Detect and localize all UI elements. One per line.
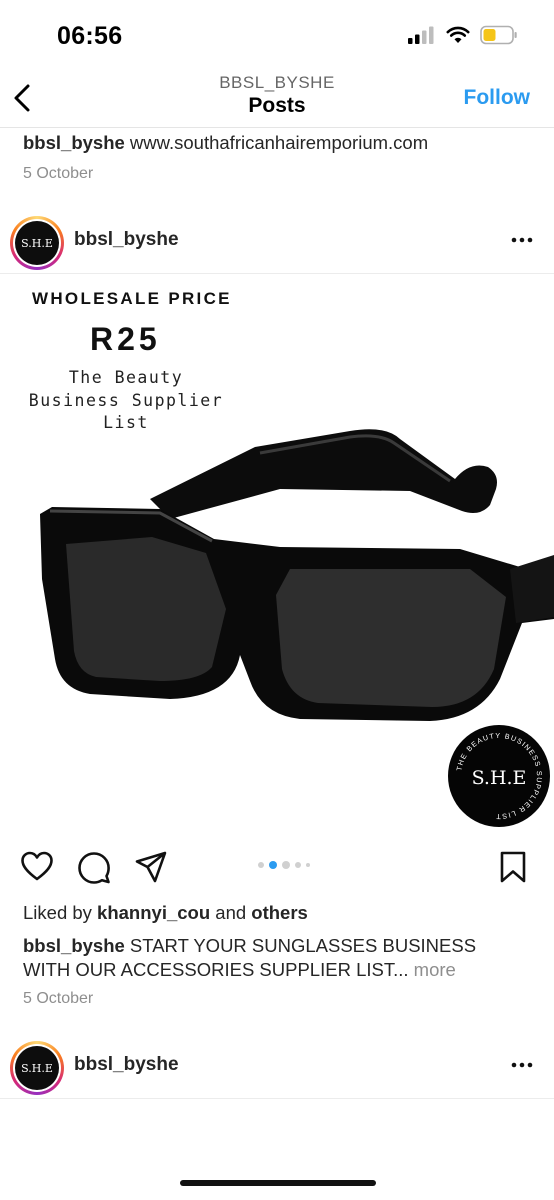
follow-button[interactable]: Follow xyxy=(464,86,531,110)
avatar[interactable]: S.H.E xyxy=(10,216,64,270)
previous-post-caption: bbsl_byshe www.southafricanhairemporium.… xyxy=(23,132,428,154)
status-bar: 06:56 xyxy=(0,0,554,70)
nav-header: BBSL_BYSHE Posts Follow xyxy=(0,70,554,128)
tagline-line: The Beauty xyxy=(68,368,184,387)
post-image[interactable]: WHOLESALE PRICE R25 The Beauty Business … xyxy=(0,279,554,833)
caption-username[interactable]: bbsl_byshe xyxy=(23,132,125,153)
likes-summary[interactable]: Liked by khannyi_cou and others xyxy=(23,902,308,924)
battery-icon xyxy=(480,25,517,45)
likes-middle: and xyxy=(210,902,252,923)
bookmark-icon[interactable] xyxy=(498,850,532,884)
more-horizontal-icon[interactable] xyxy=(510,1055,534,1075)
carousel-dot xyxy=(258,862,264,868)
previous-post-date: 5 October xyxy=(23,165,94,182)
image-price: R25 xyxy=(90,321,161,357)
likes-others[interactable]: others xyxy=(251,902,308,923)
post-date: 5 October xyxy=(23,990,94,1007)
more-horizontal-icon[interactable] xyxy=(510,230,534,250)
caption-more-link[interactable]: more xyxy=(409,959,456,980)
carousel-indicator xyxy=(258,861,310,869)
post-caption: bbsl_byshe START YOUR SUNGLASSES BUSINES… xyxy=(23,934,523,982)
paper-plane-icon[interactable] xyxy=(134,850,168,884)
image-heading: WHOLESALE PRICE xyxy=(32,289,232,308)
comment-icon[interactable] xyxy=(77,850,111,884)
wifi-icon xyxy=(446,26,470,43)
post-header: S.H.E bbsl_byshe xyxy=(0,208,554,274)
caption-text: www.southafricanhairemporium.com xyxy=(124,132,429,153)
status-time: 06:56 xyxy=(57,22,123,50)
seal-text: S.H.E xyxy=(472,767,527,789)
avatar[interactable]: S.H.E xyxy=(10,1041,64,1095)
post-actions xyxy=(0,848,554,888)
next-post-header: S.H.E bbsl_byshe xyxy=(0,1033,554,1099)
caption-username[interactable]: bbsl_byshe xyxy=(23,935,125,956)
avatar-logo: S.H.E xyxy=(15,221,59,265)
carousel-dot xyxy=(282,861,290,869)
heart-icon[interactable] xyxy=(20,850,54,884)
home-indicator[interactable] xyxy=(180,1180,376,1186)
sunglasses-image xyxy=(40,429,554,721)
brand-seal: THE BEAUTY BUSINESS SUPPLIER LIST S.H.E xyxy=(448,725,550,827)
likes-prefix: Liked by xyxy=(23,902,98,923)
status-icons xyxy=(408,25,518,45)
carousel-dot-active xyxy=(269,861,277,869)
post-username[interactable]: bbsl_byshe xyxy=(74,1054,179,1076)
liked-by-user[interactable]: khannyi_cou xyxy=(97,902,210,923)
tagline-line: Business Supplier xyxy=(28,390,224,410)
avatar-logo: S.H.E xyxy=(15,1046,59,1090)
carousel-dot xyxy=(306,863,310,867)
signal-icon xyxy=(408,26,434,44)
post-username[interactable]: bbsl_byshe xyxy=(74,229,179,251)
carousel-dot xyxy=(295,862,301,868)
